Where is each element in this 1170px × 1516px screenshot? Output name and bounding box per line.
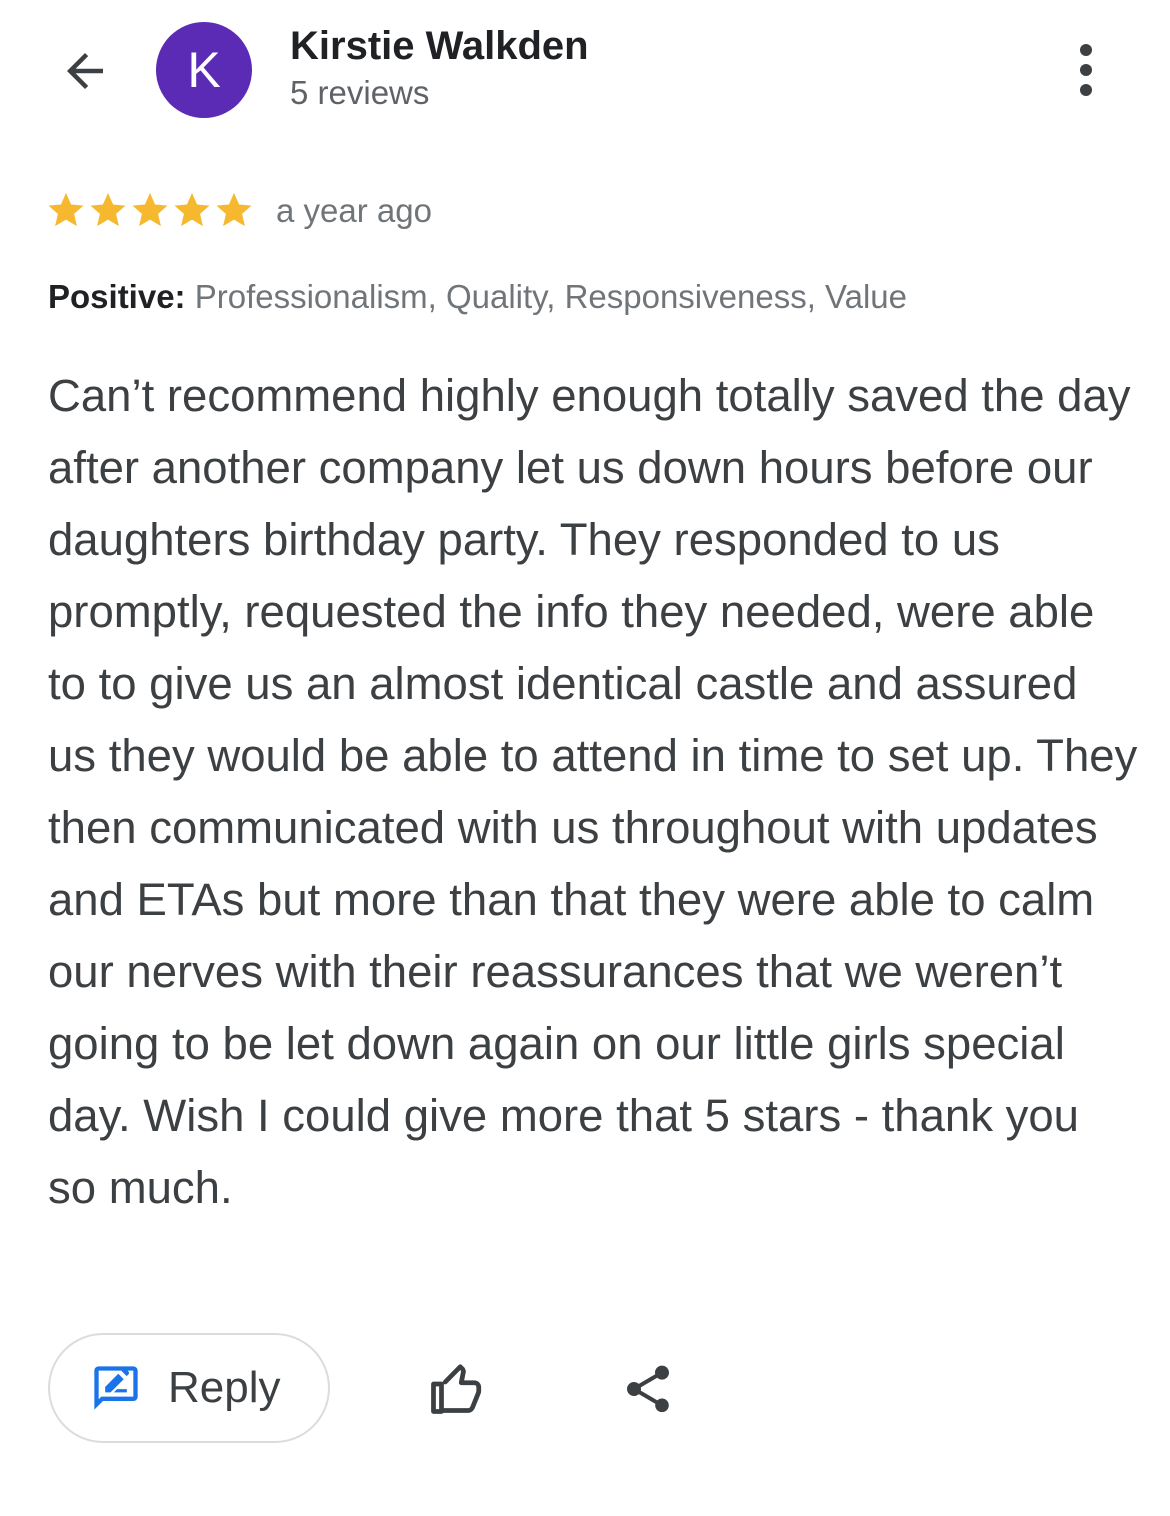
arrow-left-icon: [67, 53, 103, 89]
more-vert-icon: [1080, 44, 1092, 96]
more-options-button[interactable]: [1058, 40, 1114, 100]
reply-label: Reply: [168, 1363, 281, 1412]
attributes-values: Professionalism, Quality, Responsiveness…: [194, 278, 907, 315]
reply-button[interactable]: Reply: [48, 1333, 330, 1443]
share-button[interactable]: [612, 1353, 684, 1425]
review-timestamp: a year ago: [276, 192, 432, 229]
share-icon: [627, 1365, 669, 1413]
star-icon: [48, 193, 84, 227]
review-count: 5 reviews: [290, 74, 430, 111]
star-icon: [90, 193, 126, 227]
review-text: Can’t recommend highly enough totally sa…: [48, 370, 1138, 1213]
avatar-letter: K: [187, 42, 221, 98]
review-attributes: Positive: Professionalism, Quality, Resp…: [48, 278, 907, 316]
back-button[interactable]: [52, 38, 118, 104]
thumb-up-icon: [431, 1364, 482, 1414]
attributes-label: Positive:: [48, 278, 186, 315]
star-icon: [132, 193, 168, 227]
rate-review-icon: [94, 1366, 138, 1410]
star-icon: [174, 193, 210, 227]
reviewer-name[interactable]: Kirstie Walkden: [290, 24, 589, 69]
star-icon: [216, 193, 252, 227]
star-rating: [46, 190, 254, 230]
avatar[interactable]: K: [156, 22, 252, 118]
like-button[interactable]: [420, 1353, 492, 1425]
